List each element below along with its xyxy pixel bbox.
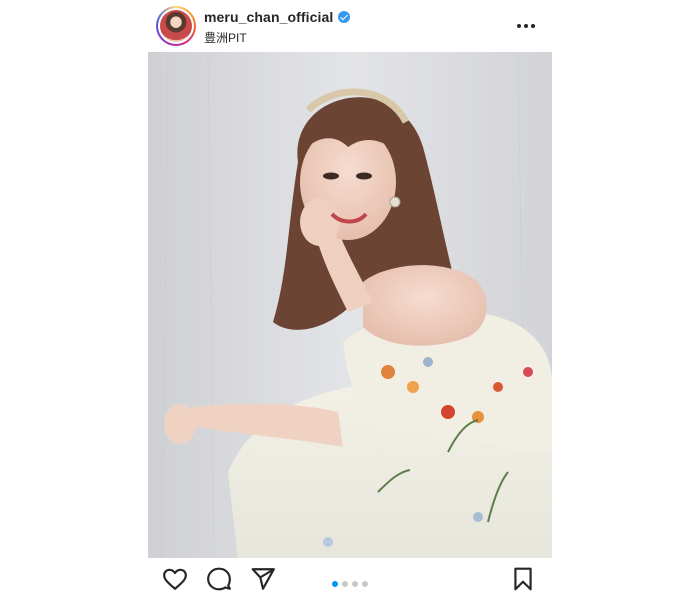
carousel-dot xyxy=(352,581,358,587)
comment-icon[interactable] xyxy=(206,566,232,592)
photo-illustration xyxy=(148,52,552,558)
username[interactable]: meru_chan_official xyxy=(204,9,333,25)
carousel-dot xyxy=(362,581,368,587)
username-row: meru_chan_official xyxy=(204,9,351,25)
post-actions-bar xyxy=(148,566,552,596)
location-label[interactable]: 豊洲PIT xyxy=(204,29,247,46)
verified-badge-icon xyxy=(338,11,351,23)
carousel-dot xyxy=(342,581,348,587)
avatar[interactable] xyxy=(160,10,192,42)
post-header: meru_chan_official 豊洲PIT xyxy=(148,0,552,52)
more-options-icon[interactable] xyxy=(514,14,538,38)
post-photo[interactable] xyxy=(148,52,552,558)
story-ring[interactable] xyxy=(156,6,196,46)
bookmark-icon[interactable] xyxy=(510,566,536,592)
instagram-post: meru_chan_official 豊洲PIT xyxy=(148,0,552,600)
carousel-indicator xyxy=(332,581,368,587)
carousel-dot-active xyxy=(332,581,338,587)
share-icon[interactable] xyxy=(250,566,276,592)
heart-icon[interactable] xyxy=(162,566,188,592)
